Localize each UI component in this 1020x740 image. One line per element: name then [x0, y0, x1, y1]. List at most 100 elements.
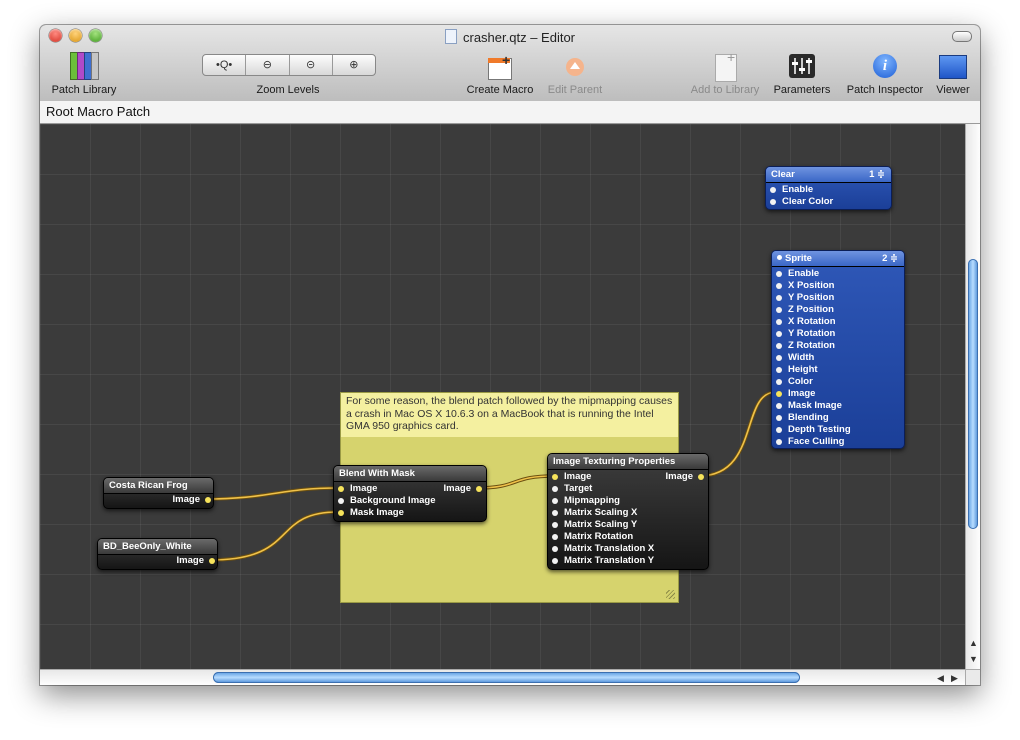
input-port-matrix-scaling-y[interactable]: Matrix Scaling Y — [552, 519, 637, 531]
input-port-height[interactable]: Height — [776, 364, 818, 376]
scroll-corner — [965, 669, 980, 685]
input-port-image[interactable]: Image — [776, 388, 816, 400]
scroll-right-arrow-icon[interactable]: ▶ — [951, 673, 958, 684]
zoom-fit-button[interactable]: •Q• — [203, 55, 247, 75]
port-label: Y Rotation — [788, 328, 836, 339]
vertical-scrollbar[interactable]: ▲ ▼ — [965, 124, 980, 669]
port-label: X Position — [788, 280, 835, 291]
patch-library-button[interactable]: Patch Library — [44, 52, 124, 96]
zoom-out-button[interactable]: ⊝ — [290, 55, 333, 75]
input-port-y-position[interactable]: Y Position — [776, 292, 834, 304]
output-port-image[interactable]: Image — [665, 471, 704, 483]
input-port-width[interactable]: Width — [776, 352, 815, 364]
port-label: Image — [665, 471, 693, 482]
input-port-enable[interactable]: Enable — [776, 268, 820, 280]
window-title-text: crasher.qtz – Editor — [463, 30, 575, 45]
info-icon: i — [872, 52, 898, 82]
output-port-image[interactable]: Image — [176, 555, 215, 567]
input-port-mipmapping[interactable]: Mipmapping — [552, 495, 620, 507]
input-port-y-rotation[interactable]: Y Rotation — [776, 328, 836, 340]
input-port-target[interactable]: Target — [552, 483, 593, 495]
input-port-x-position[interactable]: X Position — [776, 280, 835, 292]
scroll-up-arrow-icon[interactable]: ▲ — [969, 638, 978, 648]
input-port-image[interactable]: Image — [552, 471, 591, 483]
port-label: Height — [788, 364, 818, 375]
output-port-image[interactable]: Image — [443, 483, 482, 495]
edit-parent-button[interactable]: Edit Parent — [540, 52, 610, 96]
port-label: Z Rotation — [788, 340, 835, 351]
patch-bd-beeonly-white[interactable]: BD_BeeOnly_White Image — [97, 538, 218, 570]
port-label: Image — [788, 388, 816, 399]
horizontal-scrollbar[interactable]: ◀ ▶ — [40, 669, 965, 685]
input-port-face-culling[interactable]: Face Culling — [776, 436, 845, 448]
port-label: Matrix Scaling X — [564, 507, 638, 518]
zoom-in-button[interactable]: ⊕ — [333, 55, 375, 75]
scroll-left-arrow-icon[interactable]: ◀ — [937, 673, 944, 684]
scroll-down-arrow-icon[interactable]: ▼ — [969, 654, 978, 664]
edit-parent-label: Edit Parent — [547, 84, 603, 96]
input-port-color[interactable]: Color — [776, 376, 813, 388]
port-label: Enable — [788, 268, 820, 279]
zoom-segmented-control: •Q• ⊖ ⊝ ⊕ — [202, 54, 376, 76]
viewer-button[interactable]: Viewer — [932, 52, 974, 96]
port-label: Face Culling — [788, 436, 845, 447]
input-port-matrix-rotation[interactable]: Matrix Rotation — [552, 531, 633, 543]
document-icon — [445, 29, 457, 44]
port-label: Image — [176, 555, 204, 566]
port-label: Depth Testing — [788, 424, 851, 435]
layer-index-stepper[interactable]: 2 ≑ — [882, 251, 898, 266]
input-port-blending[interactable]: Blending — [776, 412, 829, 424]
parameters-button[interactable]: Parameters — [769, 52, 835, 96]
input-port-z-position[interactable]: Z Position — [776, 304, 834, 316]
wire-texture-to-sprite — [697, 390, 778, 478]
port-label: Width — [788, 352, 815, 363]
patch-inspector-label: Patch Inspector — [846, 84, 924, 96]
wire-bee-to-blend — [208, 510, 340, 562]
input-port-enable[interactable]: Enable — [770, 184, 813, 196]
path-label[interactable]: Root Macro Patch — [46, 104, 150, 119]
patch-title: Costa Rican Frog — [104, 478, 213, 494]
patch-inspector-button[interactable]: i Patch Inspector — [840, 52, 930, 96]
edit-parent-icon — [564, 52, 586, 82]
patch-costa-rican-frog[interactable]: Costa Rican Frog Image — [103, 477, 214, 509]
zoom-levels-label: Zoom Levels — [256, 84, 320, 96]
patch-title: BD_BeeOnly_White — [98, 539, 217, 555]
layer-index-stepper[interactable]: 1 ≑ — [869, 167, 885, 182]
input-port-matrix-scaling-x[interactable]: Matrix Scaling X — [552, 507, 638, 519]
patch-image-texturing-properties[interactable]: Image Texturing Properties Image Target … — [547, 453, 709, 570]
output-port-image[interactable]: Image — [172, 494, 211, 506]
port-label: Target — [564, 483, 593, 494]
enable-dot-icon — [777, 255, 782, 260]
input-port-x-rotation[interactable]: X Rotation — [776, 316, 836, 328]
input-port-mask-image[interactable]: Mask Image — [338, 507, 404, 519]
wire-texture-to-sprite-highlight — [698, 391, 777, 477]
zoom-actual-button[interactable]: ⊖ — [246, 55, 290, 75]
port-label: Background Image — [350, 495, 436, 506]
books-icon — [70, 52, 99, 82]
port-label: Image — [443, 483, 471, 494]
patch-canvas[interactable]: For some reason, the blend patch followe… — [40, 124, 965, 669]
patch-sprite[interactable]: Sprite 2 ≑ Enable X Position Y Position … — [771, 250, 905, 449]
input-port-background-image[interactable]: Background Image — [338, 495, 436, 507]
input-port-clear-color[interactable]: Clear Color — [770, 196, 833, 208]
input-port-matrix-translation-y[interactable]: Matrix Translation Y — [552, 555, 654, 567]
input-port-mask-image[interactable]: Mask Image — [776, 400, 842, 412]
horizontal-scroll-thumb[interactable] — [213, 672, 800, 683]
input-port-matrix-translation-x[interactable]: Matrix Translation X — [552, 543, 654, 555]
input-port-z-rotation[interactable]: Z Rotation — [776, 340, 835, 352]
patch-blend-with-mask[interactable]: Blend With Mask Image Background Image M… — [333, 465, 487, 522]
port-label: Image — [172, 494, 200, 505]
input-port-image[interactable]: Image — [338, 483, 377, 495]
vertical-scroll-thumb[interactable] — [968, 259, 978, 529]
port-label: Z Position — [788, 304, 834, 315]
input-port-depth-testing[interactable]: Depth Testing — [776, 424, 851, 436]
add-to-library-button[interactable]: + Add to Library — [685, 49, 765, 96]
patch-clear[interactable]: Clear 1 ≑ Enable Clear Color — [765, 166, 892, 210]
patch-title: Clear — [771, 169, 795, 180]
create-macro-button[interactable]: + Create Macro — [463, 52, 537, 96]
port-label: Mask Image — [788, 400, 842, 411]
add-to-library-icon: + — [711, 49, 739, 82]
port-label: Blending — [788, 412, 829, 423]
toolbar-toggle-button[interactable] — [952, 31, 972, 42]
patch-title: Sprite — [785, 253, 812, 264]
